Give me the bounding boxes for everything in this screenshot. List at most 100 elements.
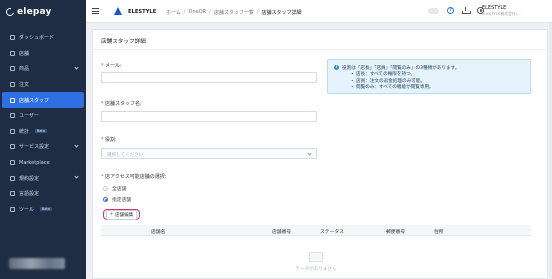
sidebar-item-service[interactable]: サービス設定 — [0, 139, 86, 155]
staff-icon — [10, 97, 15, 103]
brand-name: ELESTYLE — [128, 8, 157, 15]
elepay-logo-icon — [4, 6, 16, 18]
account-menu[interactable]: ELESTYLE ELESTYLE株式会社(... — [482, 5, 521, 17]
stats-icon — [10, 128, 15, 134]
staff-detail-card: 店舗スタッフ詳細 * メール: * 店舗スタッフ名: * 役割: 選択してください i… — [92, 29, 549, 279]
terms-icon — [10, 175, 15, 181]
email-label: * メール: — [101, 62, 122, 69]
store-table-header: 店舗名 店舗番号 ステータス 郵便番号 住所 — [101, 225, 531, 236]
store-icon — [10, 50, 15, 56]
sidebar-item-label: 規約設定 — [19, 175, 40, 182]
chevron-down-icon — [74, 143, 79, 148]
theme-toggle[interactable] — [428, 7, 439, 14]
radio-circle — [103, 186, 108, 191]
breadcrumb-oneqr[interactable]: OneQR — [189, 9, 207, 16]
sidebar-item-product[interactable]: 商品 — [0, 61, 86, 77]
language-icon — [10, 191, 15, 197]
column-header: 店舗番号 — [272, 230, 292, 235]
store-edit-button-inner: + 店舗編集 — [106, 209, 137, 220]
radio-specified-label: 指定店舗 — [112, 198, 132, 203]
access-label-text: 店アクセス可能店舗の選択: — [105, 174, 167, 180]
dashboard-icon — [10, 35, 15, 41]
page-title: 店舗スタッフ詳細 — [101, 39, 146, 45]
access-label: * 店アクセス可能店舗の選択: — [101, 173, 166, 180]
store-edit-label: 店舗編集 — [114, 212, 134, 218]
topbar-actions: ? — [428, 7, 484, 14]
info-line: ・ 閲覧のみ：すべての機能が閲覧専用。 — [350, 85, 434, 90]
empty-box-icon — [309, 252, 323, 262]
sidebar-item-language[interactable]: 言語設定 — [0, 186, 86, 202]
info-icon: i — [334, 64, 339, 70]
sidebar-item-label: サービス設定 — [19, 144, 50, 151]
account-company: ELESTYLE株式会社(... — [482, 11, 521, 16]
info-main-text: 役割は「店長」「店員」「閲覧のみ」の3種類があります。 — [342, 65, 460, 71]
order-icon — [10, 82, 15, 88]
column-header: 郵便番号 — [386, 230, 406, 235]
sidebar-item-stats[interactable]: 統計 Beta — [0, 124, 86, 140]
tool-icon — [10, 206, 15, 212]
chevron-down-icon — [74, 174, 79, 179]
sidebar-item-label: 統計 — [19, 128, 30, 135]
divider — [93, 49, 549, 50]
required-mark: * — [101, 101, 104, 107]
sidebar-item-label: 商品 — [19, 66, 30, 73]
role-select[interactable]: 選択してください — [101, 148, 317, 159]
sidebar-item-dashboard[interactable]: ダッシュボード — [0, 30, 86, 46]
elestyle-logo-icon — [114, 7, 122, 15]
sidebar-nav: ダッシュボード 店舗 商品 注文 店舗スタッフ ユーザー 統計 Beta サービス… — [0, 30, 86, 217]
plus-icon: + — [109, 212, 114, 217]
sidebar-item-label: 店舗スタッフ — [19, 97, 50, 104]
email-label-text: メール: — [105, 63, 122, 69]
radio-all-label: 全店舗 — [112, 187, 127, 192]
sidebar-item-label: Marketplace — [19, 159, 50, 166]
sidebar-item-tool[interactable]: ツール Beta — [0, 202, 86, 218]
role-placeholder: 選択してください — [107, 152, 144, 158]
column-header: 住所 — [434, 230, 444, 235]
chevron-down-icon — [74, 65, 79, 70]
help-icon[interactable]: ? — [447, 7, 454, 14]
info-line: ・ 店長：すべての権限を持つ。 — [350, 72, 416, 77]
beta-badge: Beta — [40, 207, 52, 212]
blurred-account-info — [9, 258, 65, 269]
required-mark: * — [101, 63, 104, 69]
sidebar-item-label: ユーザー — [19, 113, 39, 120]
email-field[interactable] — [101, 72, 317, 83]
info-line: ・ 店員：注文の返金処理のみ可能。 — [350, 78, 425, 84]
marketplace-icon — [10, 160, 15, 166]
column-header: ステータス — [320, 230, 344, 235]
breadcrumb-staff-list[interactable]: 店舗スタッフ一覧 — [214, 9, 254, 16]
topbar: ELESTYLE ホーム / OneQR / 店舗スタッフ一覧 / 店舗スタッフ… — [86, 0, 552, 23]
breadcrumb-current: 店舗スタッフ詳細 — [261, 9, 302, 16]
product-icon — [10, 66, 15, 72]
sidebar-item-order[interactable]: 注文 — [0, 77, 86, 93]
breadcrumb-separator: / — [256, 8, 259, 15]
staff-name-field[interactable] — [101, 111, 317, 122]
sidebar: elepay ダッシュボード 店舗 商品 注文 店舗スタッフ ユーザー 統計 Be… — [0, 0, 86, 279]
radio-circle-selected — [103, 197, 108, 202]
sidebar-item-store[interactable]: 店舗 — [0, 46, 86, 62]
sidebar-item-label: 言語設定 — [19, 191, 40, 198]
radio-specified-stores[interactable]: 指定店舗 — [103, 196, 131, 203]
beta-badge: Beta — [35, 129, 47, 134]
breadcrumb-separator: / — [209, 8, 211, 15]
sidebar-item-label: 注文 — [19, 82, 30, 89]
service-icon — [10, 144, 15, 150]
required-mark: * — [101, 137, 104, 143]
chevron-down-icon — [307, 151, 312, 156]
required-mark: * — [101, 174, 104, 180]
sidebar-item-label: 店舗 — [19, 50, 30, 57]
sidebar-item-user[interactable]: ユーザー — [0, 108, 86, 124]
empty-state-text: データがありません — [295, 267, 337, 272]
radio-all-stores[interactable]: 全店舗 — [103, 185, 126, 192]
elepay-logo[interactable]: elepay — [4, 4, 52, 20]
breadcrumb-home[interactable]: ホーム — [166, 9, 181, 16]
role-label: * 役割: — [101, 136, 117, 143]
column-header: 店舗名 — [151, 230, 166, 235]
sidebar-item-terms[interactable]: 規約設定 — [0, 170, 86, 186]
download-icon[interactable] — [462, 7, 471, 14]
store-edit-button[interactable]: + 店舗編集 — [103, 209, 140, 220]
sidebar-item-label: ツール — [19, 206, 35, 213]
sidebar-item-staff[interactable]: 店舗スタッフ — [2, 92, 84, 108]
sidebar-item-marketplace[interactable]: Marketplace — [0, 155, 86, 171]
hamburger-icon[interactable] — [92, 8, 99, 14]
